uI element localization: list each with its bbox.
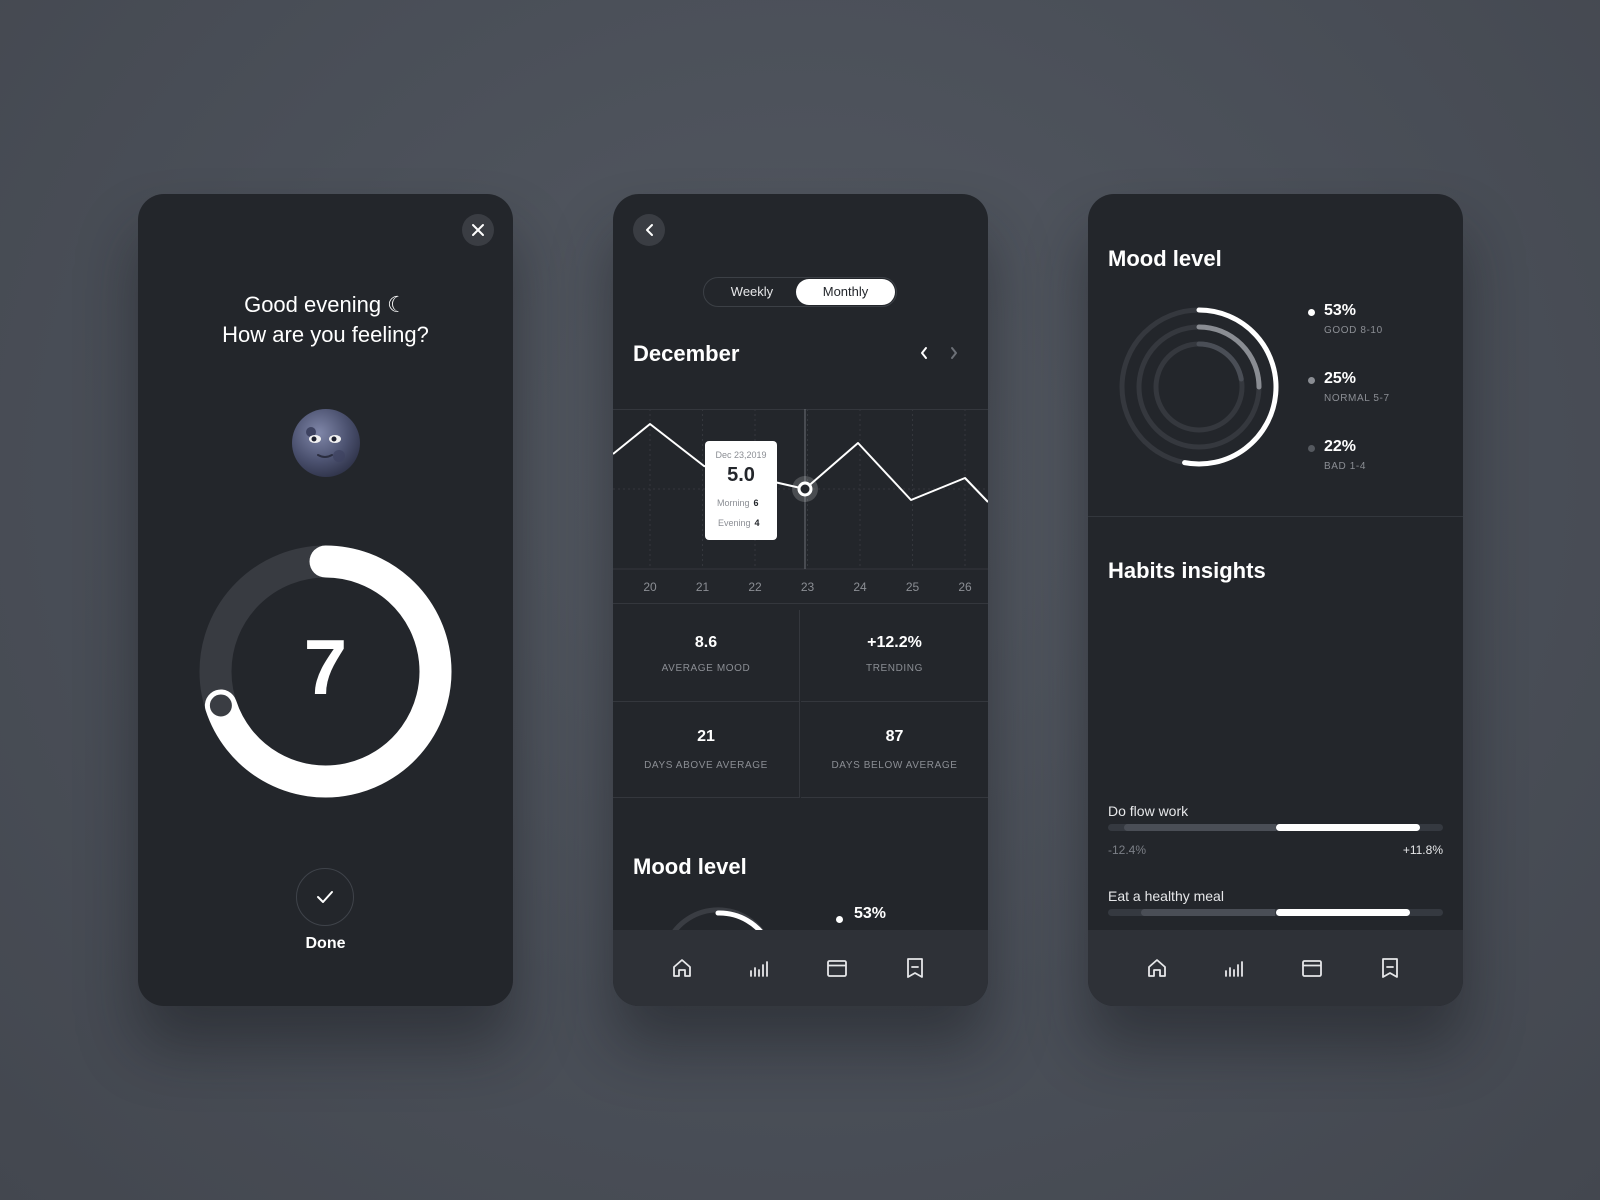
tooltip-morning: Morning 6	[717, 498, 759, 508]
selected-point[interactable]	[797, 481, 813, 497]
tooltip-date: Dec 23,2019	[715, 450, 767, 460]
legend-pct: 22%	[1324, 438, 1357, 455]
habit-min-value: -12.4%	[1108, 843, 1147, 857]
legend-dot	[1308, 309, 1315, 316]
stat-average-mood: 8.6 AVERAGE MOOD	[613, 610, 800, 702]
stat-value: 87	[885, 728, 904, 745]
chart-tooltip: Dec 23,2019 5.0 Morning 6 Evening 4	[705, 441, 777, 540]
stat-value: +12.2%	[867, 634, 922, 651]
tooltip-morning-label: Morning	[717, 498, 750, 508]
tooltip-evening: Evening 4	[718, 518, 760, 528]
habit-bar-track	[1108, 909, 1443, 916]
calendar-icon[interactable]	[825, 956, 849, 980]
habit-negative-bar	[1140, 909, 1276, 916]
tooltip-evening-value: 4	[754, 518, 760, 528]
month-title: December	[633, 341, 740, 366]
stat-days-below: 87 DAYS BELOW AVERAGE	[801, 702, 988, 798]
x-tick-label: 26	[958, 580, 972, 594]
chevron-left-icon	[646, 224, 653, 236]
bookmark-icon[interactable]	[903, 956, 927, 980]
x-tick-label: 21	[696, 580, 710, 594]
home-icon[interactable]	[670, 956, 694, 980]
tooltip-morning-value: 6	[753, 498, 759, 508]
next-month-chevron-icon[interactable]	[949, 346, 959, 360]
habit-name: Do flow work	[1108, 803, 1189, 819]
habit-positive-bar	[1275, 909, 1411, 916]
done-label: Done	[305, 935, 346, 952]
legend-label: NORMAL 5-7	[1324, 393, 1390, 404]
greeting-line1: Good evening ☾	[244, 292, 407, 317]
habit-bar-track	[1108, 824, 1443, 831]
back-button[interactable]	[633, 214, 665, 246]
x-tick-label: 20	[643, 580, 657, 594]
stat-label: DAYS ABOVE AVERAGE	[644, 760, 768, 771]
legend-dot	[1308, 377, 1315, 384]
legend-pct: 53%	[1324, 302, 1357, 319]
stat-label: AVERAGE MOOD	[661, 663, 751, 674]
stats-screen: Weekly Monthly December 20 21 22 23 24 25 26 D…	[613, 194, 988, 1006]
mood-value: 7	[303, 623, 348, 711]
legend-dot	[836, 916, 843, 923]
habit-max-value: +11.8%	[1402, 843, 1443, 857]
calendar-icon[interactable]	[1300, 956, 1324, 980]
tab-bar	[613, 930, 988, 1006]
done-button[interactable]	[296, 868, 354, 926]
greeting-line2: How are you feeling?	[222, 322, 429, 347]
mood-level-title: Mood level	[1108, 246, 1222, 271]
section-divider	[1088, 516, 1463, 517]
mood-checkin-screen: Good evening ☾ How are you feeling? 7 Do…	[138, 194, 513, 1006]
bookmark-icon[interactable]	[1378, 956, 1402, 980]
stat-value: 21	[697, 728, 715, 745]
stats-icon[interactable]	[1222, 956, 1246, 980]
stat-trending: +12.2% TRENDING	[801, 610, 988, 702]
mood-rings-chart	[1119, 307, 1279, 467]
x-tick-label: 24	[853, 580, 867, 594]
insights-screen: Mood level 53% GOOD 8-10 25% NORMAL 5-7 …	[1088, 194, 1463, 1006]
legend-dot	[1308, 445, 1315, 452]
habit-row[interactable]: Do flow work -12.4% +11.8%	[1108, 803, 1443, 883]
stat-days-above: 21 DAYS ABOVE AVERAGE	[613, 702, 800, 798]
stat-value: 8.6	[694, 634, 718, 651]
habits-title: Habits insights	[1108, 558, 1266, 583]
tooltip-evening-label: Evening	[718, 518, 751, 528]
tooltip-value: 5.0	[727, 464, 755, 486]
greeting: Good evening ☾ How are you feeling?	[138, 290, 513, 350]
moon-face-icon	[292, 409, 360, 477]
home-icon[interactable]	[1145, 956, 1169, 980]
mood-line-chart[interactable]: 20 21 22 23 24 25 26	[613, 409, 988, 604]
toggle-monthly[interactable]: Monthly	[796, 279, 895, 305]
mood-level-title: Mood level	[633, 854, 747, 879]
habit-negative-bar	[1123, 824, 1276, 831]
legend-pct: 25%	[1324, 370, 1357, 387]
x-tick-label: 23	[801, 580, 815, 594]
mood-good-pct: 53%	[854, 905, 887, 922]
mood-dial[interactable]: 7	[193, 539, 458, 804]
tab-bar	[1088, 930, 1463, 1006]
stats-icon[interactable]	[747, 956, 771, 980]
legend-label: GOOD 8-10	[1324, 325, 1383, 336]
stat-label: TRENDING	[865, 663, 924, 674]
close-button[interactable]	[462, 214, 494, 246]
x-tick-label: 22	[748, 580, 762, 594]
legend-label: BAD 1-4	[1324, 461, 1366, 472]
habit-name: Eat a healthy meal	[1108, 888, 1224, 904]
period-toggle: Weekly Monthly	[703, 277, 897, 307]
stat-label: DAYS BELOW AVERAGE	[831, 760, 958, 771]
prev-month-chevron-icon[interactable]	[919, 346, 929, 360]
toggle-weekly[interactable]: Weekly	[704, 278, 800, 306]
close-icon	[472, 224, 484, 236]
x-tick-label: 25	[906, 580, 920, 594]
habit-positive-bar	[1275, 824, 1421, 831]
ring-bad	[1196, 341, 1244, 382]
checkmark-icon	[317, 891, 333, 903]
